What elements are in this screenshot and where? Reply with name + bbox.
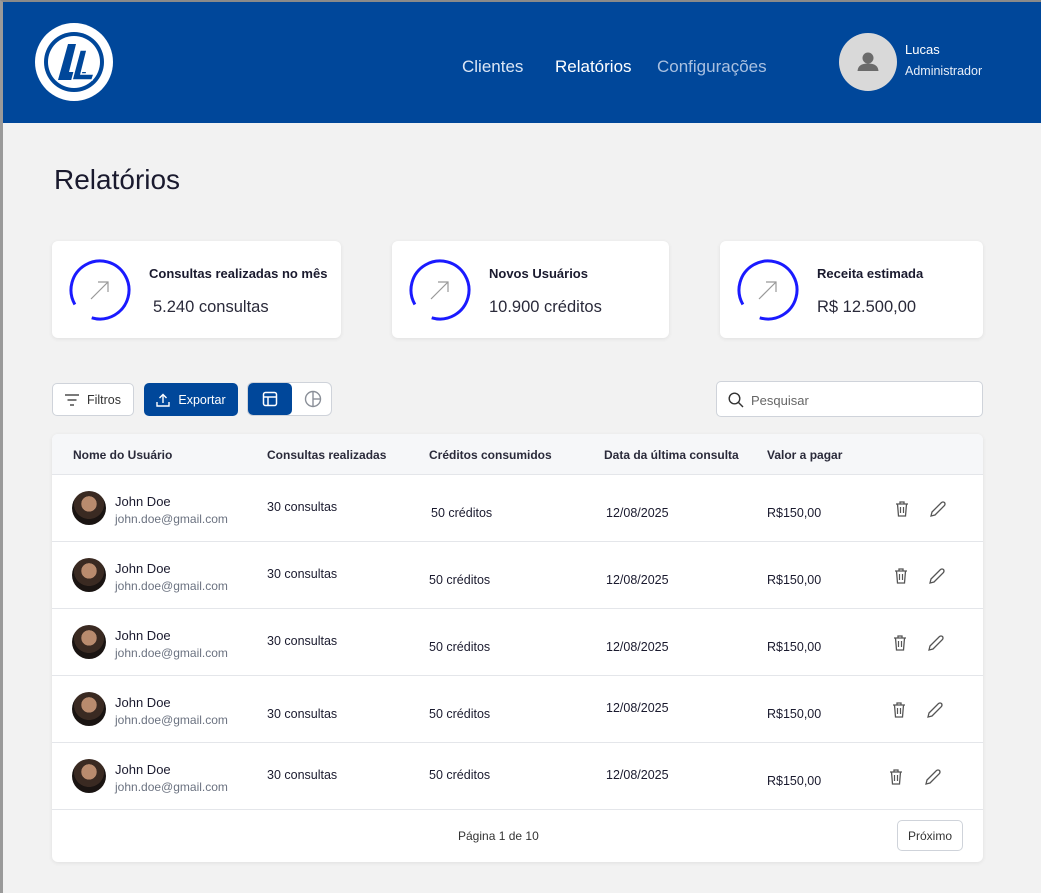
row-user-email: john.doe@gmail.com	[115, 713, 228, 727]
search-icon	[728, 392, 744, 408]
trash-icon[interactable]	[889, 700, 909, 720]
chart-view-button[interactable]	[294, 383, 331, 415]
card-value: R$ 12.500,00	[817, 298, 917, 316]
col-header-valor[interactable]: Valor a pagar	[767, 448, 842, 462]
row-data: 12/08/2025	[606, 506, 669, 520]
table-row[interactable]: John Doe john.doe@gmail.com 30 consultas…	[52, 676, 983, 743]
row-user-name: John Doe	[115, 494, 171, 509]
table-icon	[262, 391, 278, 407]
row-user-name: John Doe	[115, 628, 171, 643]
edit-pencil-icon[interactable]	[928, 499, 948, 519]
edit-pencil-icon[interactable]	[925, 700, 945, 720]
user-photo	[72, 491, 106, 525]
user-photo	[72, 759, 106, 793]
row-data: 12/08/2025	[606, 701, 669, 715]
edit-pencil-icon[interactable]	[923, 767, 943, 787]
row-valor: R$150,00	[767, 707, 822, 721]
view-toggle	[247, 382, 332, 416]
row-user-email: john.doe@gmail.com	[115, 579, 228, 593]
row-user-email: john.doe@gmail.com	[115, 646, 228, 660]
search-input[interactable]	[751, 388, 971, 412]
page-title: Relatórios	[54, 164, 181, 195]
trend-up-icon	[409, 259, 471, 321]
row-creditos: 50 créditos	[429, 768, 491, 782]
col-header-data[interactable]: Data da última consulta	[604, 448, 739, 462]
card-title: Novos Usuários	[489, 266, 588, 281]
col-header-nome[interactable]: Nome do Usuário	[73, 448, 172, 462]
nav-relatorios[interactable]: Relatórios	[555, 57, 632, 77]
row-valor: R$150,00	[767, 506, 822, 520]
row-user-name: John Doe	[115, 695, 171, 710]
row-creditos: 50 créditos	[429, 640, 491, 654]
row-consultas: 30 consultas	[267, 634, 338, 648]
user-role: Administrador	[905, 64, 983, 78]
user-photo	[72, 692, 106, 726]
stat-card-novos-usuarios: Novos Usuários 10.900 créditos	[392, 241, 669, 338]
table-row[interactable]: John Doe john.doe@gmail.com 30 consultas…	[52, 609, 983, 676]
pie-chart-icon	[304, 390, 321, 408]
user-name: Lucas	[905, 42, 940, 57]
filter-label: Filtros	[86, 392, 122, 407]
card-value: 5.240 consultas	[153, 298, 269, 316]
upload-icon	[156, 393, 171, 407]
row-creditos: 50 créditos	[431, 506, 493, 520]
row-data: 12/08/2025	[606, 640, 669, 654]
trash-icon[interactable]	[890, 633, 910, 653]
user-photo	[72, 558, 106, 592]
trend-up-icon	[69, 259, 131, 321]
table-view-button[interactable]	[248, 383, 292, 415]
row-consultas: 30 consultas	[267, 567, 338, 581]
reports-table: Nome do Usuário Consultas realizadas Cré…	[52, 434, 983, 862]
edit-pencil-icon[interactable]	[926, 633, 946, 653]
row-consultas: 30 consultas	[267, 707, 338, 721]
table-header: Nome do Usuário Consultas realizadas Cré…	[52, 434, 983, 475]
row-user-name: John Doe	[115, 762, 171, 777]
top-header: Clientes Relatórios Configurações Lucas …	[3, 2, 1041, 123]
export-button[interactable]: Exportar	[144, 383, 238, 416]
trash-icon[interactable]	[891, 566, 911, 586]
row-valor: R$150,00	[767, 774, 822, 788]
col-header-creditos[interactable]: Créditos consumidos	[429, 448, 552, 462]
user-avatar[interactable]	[839, 33, 897, 91]
row-valor: R$150,00	[767, 640, 822, 654]
nav-clientes[interactable]: Clientes	[462, 57, 523, 77]
card-title: Receita estimada	[817, 266, 924, 281]
row-creditos: 50 créditos	[429, 707, 491, 721]
filter-button[interactable]: Filtros	[52, 383, 134, 416]
pagination-info: Página 1 de 10	[458, 829, 539, 843]
table-row[interactable]: John Doe john.doe@gmail.com 30 consultas…	[52, 743, 983, 810]
stat-card-receita: Receita estimada R$ 12.500,00	[720, 241, 983, 338]
grupo-ll-logo[interactable]	[34, 22, 114, 102]
row-data: 12/08/2025	[606, 768, 669, 782]
table-row[interactable]: John Doe john.doe@gmail.com 30 consultas…	[52, 542, 983, 609]
row-user-email: john.doe@gmail.com	[115, 780, 228, 794]
trend-up-icon	[737, 259, 799, 321]
export-label: Exportar	[178, 392, 226, 407]
row-consultas: 30 consultas	[267, 768, 338, 782]
row-user-name: John Doe	[115, 561, 171, 576]
row-data: 12/08/2025	[606, 573, 669, 587]
edit-pencil-icon[interactable]	[927, 566, 947, 586]
next-page-button[interactable]: Próximo	[897, 820, 963, 851]
row-creditos: 50 créditos	[429, 573, 491, 587]
table-pagination: Página 1 de 10 Próximo	[52, 810, 983, 862]
search-box	[716, 381, 983, 417]
trash-icon[interactable]	[886, 767, 906, 787]
col-header-consultas[interactable]: Consultas realizadas	[267, 448, 386, 462]
card-title: Consultas realizadas no mês	[149, 266, 328, 281]
row-user-email: john.doe@gmail.com	[115, 512, 228, 526]
card-value: 10.900 créditos	[489, 298, 602, 316]
user-icon	[857, 52, 879, 71]
table-row[interactable]: John Doe john.doe@gmail.com 30 consultas…	[52, 475, 983, 542]
user-photo	[72, 625, 106, 659]
trash-icon[interactable]	[892, 499, 912, 519]
stat-card-consultas: Consultas realizadas no mês 5.240 consul…	[52, 241, 341, 338]
filter-icon	[64, 393, 79, 406]
nav-configuracoes[interactable]: Configurações	[657, 57, 767, 77]
row-consultas: 30 consultas	[267, 500, 338, 514]
row-valor: R$150,00	[767, 573, 822, 587]
